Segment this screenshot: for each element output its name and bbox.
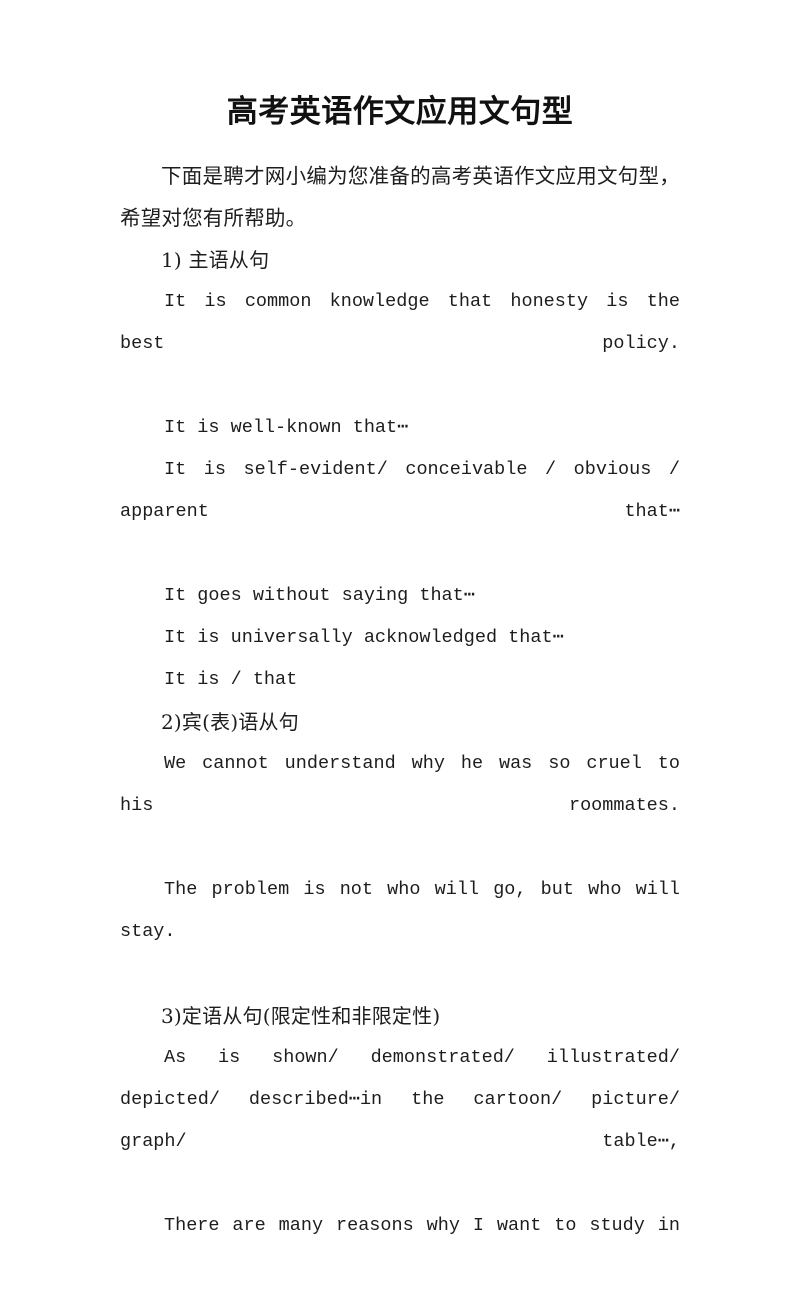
intro-paragraph: 下面是聘才网小编为您准备的高考英语作文应用文句型，希望对您有所帮助。 (120, 164, 680, 230)
example-sentence-1-4: It goes without saying that⋯ (164, 585, 475, 606)
section-heading-1: 1) 主语从句 (161, 248, 270, 272)
example-sentence-1-1: It is common knowledge that honesty is t… (120, 291, 680, 354)
example-sentence-1-6: It is / that (164, 669, 298, 690)
example-sentence-1-2: It is well-known that⋯ (164, 417, 409, 438)
document-body: 下面是聘才网小编为您准备的高考英语作文应用文句型，希望对您有所帮助。 1) 主语… (120, 155, 680, 1289)
section-heading-3: 3)定语从句(限定性和非限定性) (161, 1004, 441, 1028)
example-sentence-2-2: The problem is not who will go, but who … (120, 879, 680, 942)
example-sentence-1-5: It is universally acknowledged that⋯ (164, 627, 564, 648)
section-heading-2: 2)宾(表)语从句 (161, 710, 299, 734)
document-page: 高考英语作文应用文句型 下面是聘才网小编为您准备的高考英语作文应用文句型，希望对… (0, 0, 800, 1236)
example-sentence-2-1: We cannot understand why he was so cruel… (120, 753, 680, 816)
page-title: 高考英语作文应用文句型 (226, 94, 574, 130)
example-sentence-3-2: There are many reasons why I want to stu… (164, 1215, 680, 1236)
example-sentence-3-1: As is shown/ demonstrated/ illustrated/ … (120, 1047, 680, 1152)
example-sentence-1-3: It is self-evident/ conceivable / obviou… (120, 459, 680, 522)
